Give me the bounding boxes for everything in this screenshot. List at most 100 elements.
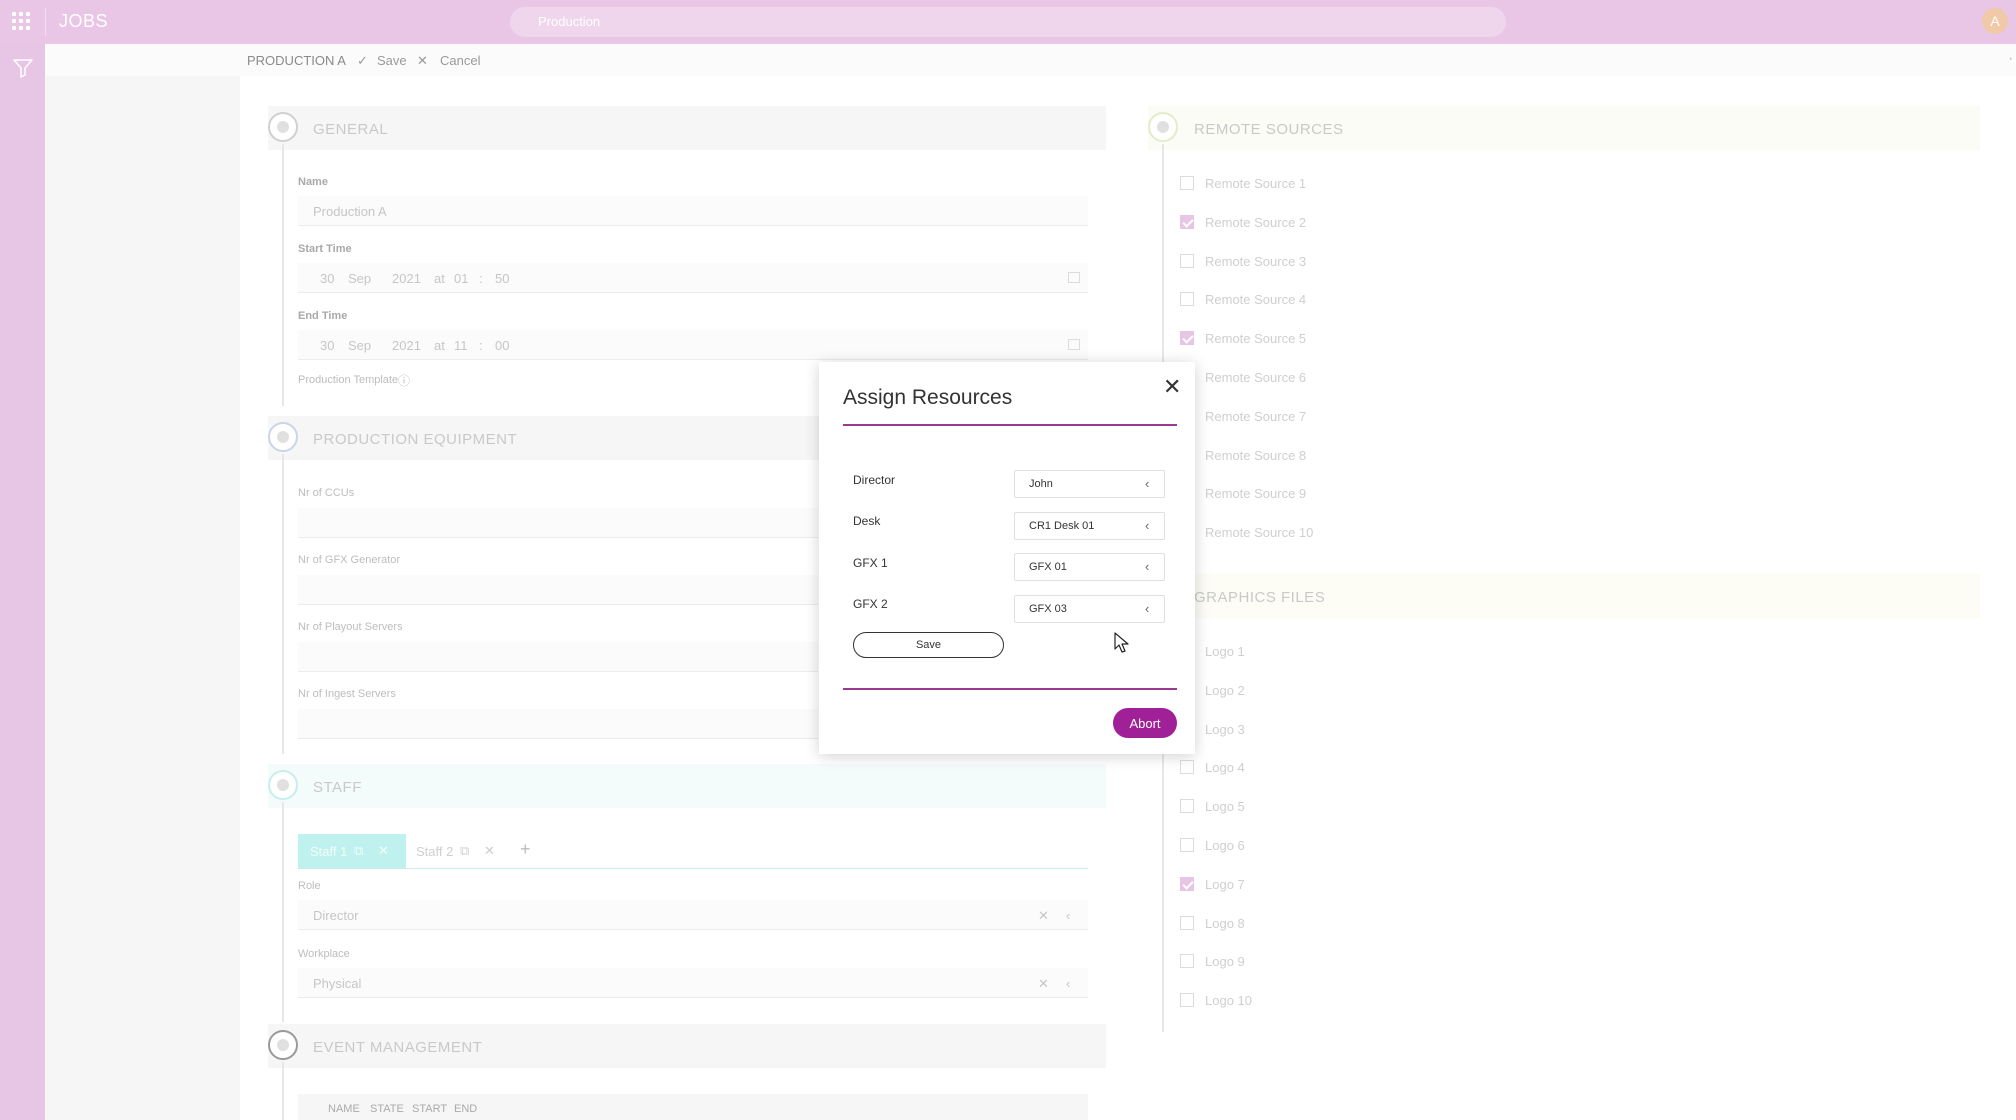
- breadcrumb: PRODUCTION A: [247, 53, 346, 68]
- checkbox[interactable]: [1180, 993, 1194, 1008]
- event-title: EVENT MANAGEMENT: [313, 1039, 483, 1056]
- left-list-panel: [45, 76, 240, 1120]
- end-time-label: End Time: [298, 310, 348, 322]
- gfx1-select[interactable]: GFX 01 ‹: [1014, 553, 1165, 581]
- general-header: [268, 106, 1106, 150]
- tab-staff-2-label: Staff 2: [416, 844, 454, 859]
- checkbox-label: Logo 3: [1205, 721, 1245, 737]
- ccu-field[interactable]: [298, 508, 818, 538]
- staff-icon: [268, 770, 298, 800]
- end-sep: :: [479, 338, 483, 353]
- checkbox[interactable]: [1180, 214, 1194, 229]
- close-icon[interactable]: ✕: [484, 843, 495, 859]
- checkbox[interactable]: [1180, 915, 1194, 930]
- save-toolbar-button[interactable]: Save: [377, 53, 407, 68]
- tab-staff-2[interactable]: Staff 2 ⧉ ✕: [406, 834, 506, 868]
- start-day: 30: [320, 271, 335, 286]
- add-tab-icon[interactable]: +: [520, 839, 531, 860]
- top-bar: JOBS Production A: [0, 0, 2016, 44]
- chevron-left-icon: ‹: [1145, 518, 1150, 533]
- info-icon: ⓘ: [398, 374, 411, 388]
- copy-icon[interactable]: ⧉: [354, 843, 363, 859]
- chevron-left-icon: ‹: [1145, 559, 1150, 574]
- cancel-toolbar-button[interactable]: Cancel: [440, 53, 480, 68]
- event-icon: [268, 1030, 298, 1060]
- gfx-generator-field[interactable]: [298, 575, 818, 605]
- copy-icon[interactable]: ⧉: [460, 843, 469, 859]
- desk-label: Desk: [853, 514, 881, 528]
- gfx2-select[interactable]: GFX 03 ‹: [1014, 595, 1165, 623]
- director-select[interactable]: John ‹: [1014, 470, 1165, 498]
- col-name: NAME: [328, 1103, 360, 1115]
- checkbox-label: Logo 9: [1205, 954, 1245, 970]
- end-year: 2021: [392, 338, 421, 353]
- save-button[interactable]: Save: [853, 632, 1004, 658]
- avatar[interactable]: A: [1982, 8, 2008, 34]
- abort-button[interactable]: Abort: [1113, 708, 1177, 738]
- checkbox-label: Logo 4: [1205, 760, 1245, 776]
- clear-icon[interactable]: ✕: [1038, 976, 1049, 992]
- general-title: GENERAL: [313, 121, 389, 138]
- more-icon[interactable]: ···: [2008, 50, 2016, 68]
- calendar-icon[interactable]: [1068, 339, 1080, 350]
- remote-sources-title: REMOTE SOURCES: [1194, 121, 1344, 138]
- chevron-left-icon[interactable]: ‹: [1066, 908, 1070, 923]
- chevron-left-icon: ‹: [1145, 601, 1150, 616]
- start-sep: :: [479, 271, 483, 286]
- desk-select[interactable]: CR1 Desk 01 ‹: [1014, 512, 1165, 540]
- checkbox-label: Remote Source 6: [1205, 370, 1307, 385]
- checkbox[interactable]: [1180, 331, 1194, 346]
- name-field[interactable]: Production A: [298, 196, 1088, 226]
- gfx2-label: GFX 2: [853, 597, 888, 611]
- checkbox-label: Remote Source 1: [1205, 176, 1307, 191]
- mouse-cursor-icon: [1114, 632, 1129, 653]
- filter-icon[interactable]: [12, 58, 34, 78]
- equipment-timeline: [282, 454, 284, 754]
- end-time-field[interactable]: 30 Sep 2021 at 11 : 00: [298, 330, 1088, 360]
- calendar-icon[interactable]: [1068, 272, 1080, 283]
- tab-staff-1[interactable]: Staff 1 ⧉ ✕: [298, 834, 406, 868]
- gfx-generator-label: Nr of GFX Generator: [298, 554, 401, 566]
- checkbox-label: Remote Source 3: [1205, 253, 1307, 269]
- checkbox-label: Remote Source 9: [1205, 486, 1307, 502]
- checkbox-label: Logo 2: [1205, 682, 1245, 698]
- gfx2-value: GFX 03: [1029, 603, 1067, 615]
- checkbox-label: Logo 8: [1205, 915, 1245, 931]
- clear-icon[interactable]: ✕: [1038, 908, 1049, 924]
- checkbox-label: Remote Source 4: [1205, 292, 1307, 308]
- ccu-label: Nr of CCUs: [298, 487, 355, 499]
- chevron-left-icon[interactable]: ‹: [1066, 976, 1070, 991]
- checkbox[interactable]: [1180, 292, 1194, 307]
- topbar-divider: [45, 8, 46, 36]
- dialog-title: Assign Resources: [843, 386, 1013, 409]
- playout-field[interactable]: [298, 642, 818, 672]
- checkbox[interactable]: [1180, 253, 1194, 268]
- assign-resources-dialog: Assign Resources ✕ Director John ‹ Desk …: [819, 362, 1195, 754]
- app-title: JOBS: [59, 11, 109, 31]
- checkbox[interactable]: [1180, 838, 1194, 852]
- start-time-field[interactable]: 30 Sep 2021 at 01 : 50: [298, 263, 1088, 293]
- checkbox[interactable]: [1180, 799, 1194, 814]
- name-label: Name: [298, 176, 328, 188]
- role-select[interactable]: Director ✕ ‹: [298, 900, 1088, 930]
- role-label: Role: [298, 880, 321, 892]
- start-minute: 50: [495, 271, 510, 286]
- staff-timeline: [282, 802, 284, 1022]
- checkbox[interactable]: [1180, 176, 1194, 190]
- start-at: at: [434, 271, 445, 286]
- workplace-select[interactable]: Physical ✕ ‹: [298, 968, 1088, 998]
- ingest-label: Nr of Ingest Servers: [298, 688, 396, 700]
- staff-tab-underline: [298, 868, 1088, 869]
- ingest-field[interactable]: [298, 709, 818, 739]
- checkbox[interactable]: [1180, 760, 1194, 775]
- left-rail: [0, 44, 45, 1120]
- global-search-input[interactable]: Production: [510, 7, 1506, 37]
- general-timeline: [282, 144, 284, 406]
- event-timeline: [282, 1062, 284, 1120]
- close-dialog-icon[interactable]: ✕: [1163, 374, 1181, 400]
- apps-grid-icon[interactable]: [12, 12, 30, 30]
- checkbox[interactable]: [1180, 954, 1194, 969]
- production-template-label: Production Template: [298, 374, 399, 386]
- checkbox[interactable]: [1180, 876, 1194, 891]
- close-icon[interactable]: ✕: [378, 843, 389, 859]
